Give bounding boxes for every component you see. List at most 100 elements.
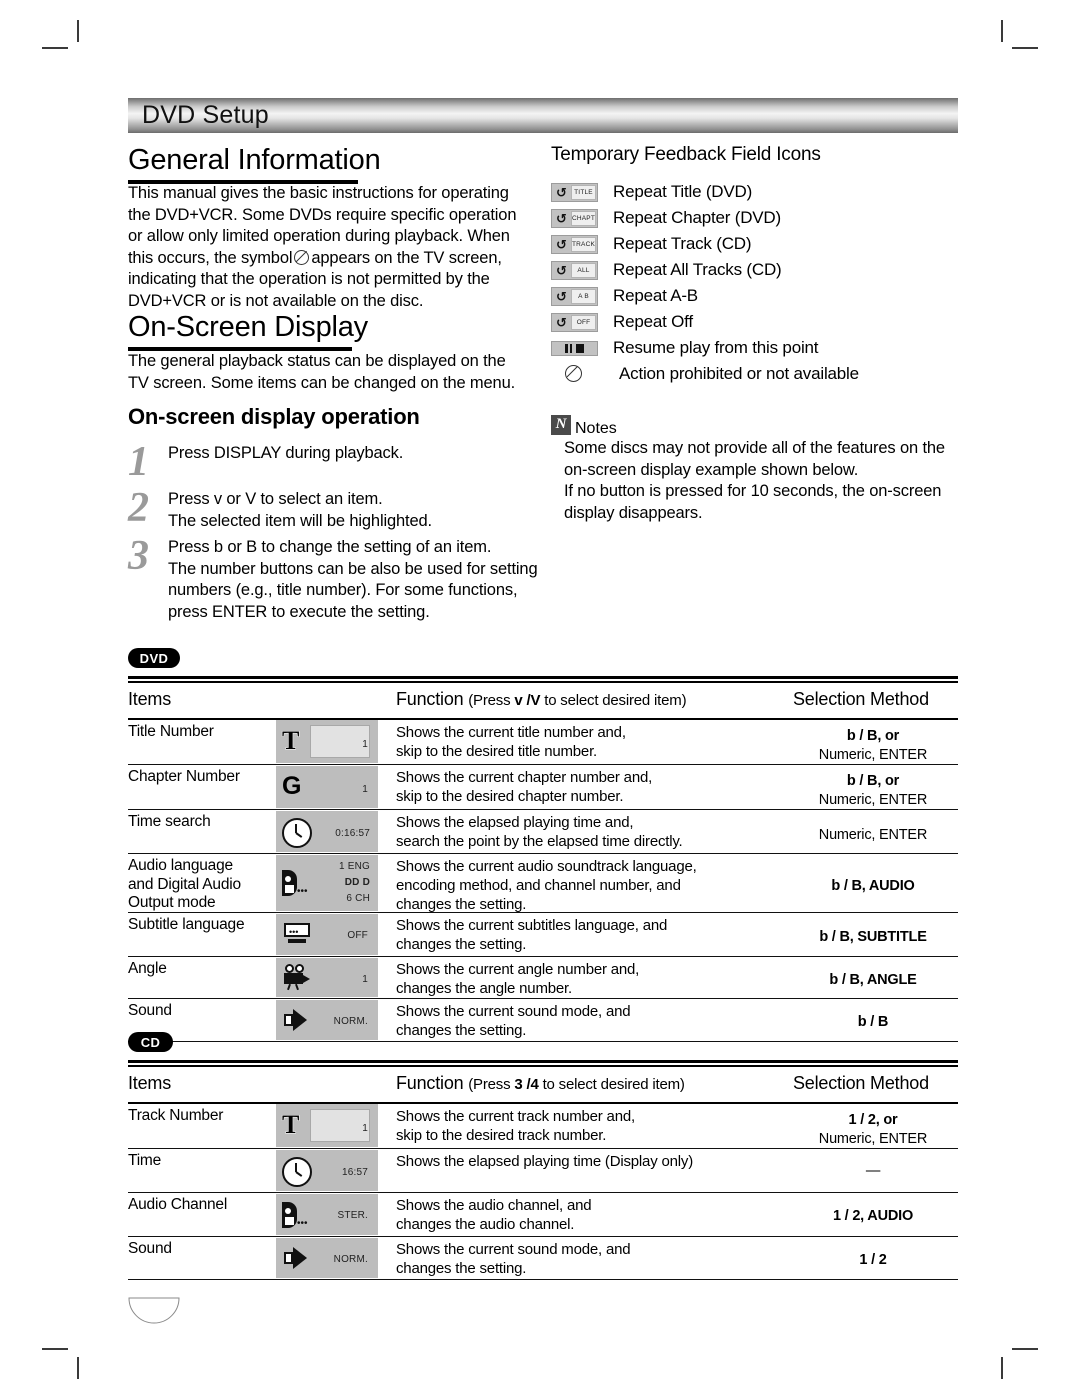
row-function: Shows the current subtitles language, an… — [396, 916, 667, 954]
column-header-selection: Selection Method — [793, 689, 929, 709]
chapter-header-bar: DVD Setup — [128, 98, 958, 133]
audio-notch — [285, 1217, 294, 1225]
column-header-function: Function (Press 3 /4 to select desired i… — [396, 1073, 685, 1094]
repeat-arrow-glyph: ↺ — [556, 263, 567, 278]
osd-value-box — [310, 1109, 370, 1142]
angle-camera-icon — [283, 964, 311, 991]
row-function: Shows the audio channel, and changes the… — [396, 1196, 592, 1234]
row-function-line: Shows the elapsed playing time and, — [396, 814, 634, 831]
row-divider — [128, 1236, 958, 1238]
row-function: Shows the current sound mode, and change… — [396, 1240, 631, 1278]
row-selection: b / B, or Numeric, ENTER — [788, 727, 958, 765]
general-line-7: DVD+VCR or is not available on the disc. — [128, 291, 424, 310]
row-selection-line: Numeric, ENTER — [818, 747, 928, 763]
repeat-tag-label: CHAPT — [570, 211, 596, 226]
feedback-icon-label: Repeat A-B — [613, 286, 698, 305]
osd-value: 0:16:57 — [335, 828, 370, 839]
row-item-label: Audio Channel — [128, 1196, 227, 1215]
audio-hole — [285, 1208, 291, 1214]
row-item-label: Sound — [128, 1240, 172, 1259]
row-function-line: skip to the desired title number. — [396, 743, 598, 760]
subtitle-base — [288, 939, 306, 943]
osd-value: 1 ENG — [338, 861, 370, 872]
notes-line-2: on-screen display example shown below. — [564, 460, 859, 479]
header-bottom-rule — [128, 1102, 958, 1104]
row-item-label: Track Number — [128, 1107, 223, 1126]
row-divider — [128, 956, 958, 958]
row-function-line: changes the setting. — [396, 1022, 527, 1039]
osd-value-2: DD D — [344, 877, 370, 888]
feedback-icon-label: Repeat Title (DVD) — [613, 182, 753, 201]
osd-preview-time: 0:16:57 — [276, 811, 378, 852]
row-selection: 1 / 2, or Numeric, ENTER — [788, 1111, 958, 1149]
row-function-line: Shows the current audio soundtrack langu… — [396, 858, 697, 875]
row-item-line: Track Number — [128, 1107, 224, 1124]
repeat-arrow-glyph: ↺ — [556, 211, 567, 226]
row-divider — [128, 809, 958, 811]
osd-preview-sound: NORM. — [276, 1000, 378, 1040]
function-hint-pre: (Press — [468, 692, 515, 709]
row-selection: b / B, SUBTITLE — [788, 928, 958, 947]
row-selection: b / B, or Numeric, ENTER — [788, 772, 958, 810]
osd-value-box — [310, 725, 370, 758]
camera-body — [284, 973, 303, 984]
clock-icon — [282, 1157, 312, 1187]
row-selection: b / B — [788, 1013, 958, 1032]
crop-mark-top-left-horizontal — [42, 47, 68, 49]
feedback-icons-title: Temporary Feedback Field Icons — [551, 144, 821, 165]
row-function-line: changes the angle number. — [396, 980, 572, 997]
header-bottom-rule — [128, 718, 958, 720]
crop-mark-top-left-vertical — [77, 20, 79, 42]
feedback-icon-label: Resume play from this point — [613, 338, 819, 357]
row-item-line: Angle — [128, 960, 167, 977]
column-header-function: Function (Press v /V to select desired i… — [396, 689, 687, 710]
row-selection: 1 / 2 — [788, 1251, 958, 1270]
row-item-line: Title Number — [128, 723, 214, 740]
dvd-table: Items Function (Press v /V to select des… — [128, 676, 958, 1043]
row-function: Shows the current title number and, skip… — [396, 723, 626, 761]
notes-label: Notes — [575, 420, 617, 437]
osd-preview-time: 16:57 — [276, 1150, 378, 1191]
title-T-icon: T — [281, 1110, 300, 1139]
step-2-line-1: Press v or V to select an item. — [168, 490, 383, 508]
step-3-line-2: The number buttons can be also be used f… — [168, 559, 538, 578]
table-top-rule — [128, 676, 958, 679]
speaker-icon — [284, 1009, 310, 1031]
row-item-line: Time — [128, 1152, 162, 1169]
step-3-line-4: press ENTER to execute the setting. — [168, 602, 430, 621]
row-function-line: Shows the current sound mode, and — [396, 1003, 631, 1020]
row-item-line: Audio language — [128, 857, 233, 874]
cd-table: Items Function (Press 3 /4 to select des… — [128, 1060, 958, 1281]
row-selection-line: b / B — [857, 1014, 889, 1030]
camera-reel — [295, 964, 304, 973]
audio-notch — [285, 885, 294, 893]
camera-lens — [303, 975, 310, 983]
badge-cd: CD — [128, 1032, 173, 1052]
page-number-badge — [128, 1297, 180, 1324]
feedback-icon-label: Repeat All Tracks (CD) — [613, 260, 782, 279]
speaker-cone — [293, 1247, 307, 1269]
row-selection-line: Numeric, ENTER — [818, 1131, 928, 1147]
row-divider — [128, 998, 958, 1000]
row-selection-line: — — [865, 1163, 881, 1179]
repeat-arrow-glyph: ↺ — [556, 289, 567, 304]
step-number: 2 — [128, 485, 149, 531]
row-function-line: encoding method, and channel number, and — [396, 877, 681, 894]
step-text: Press v or V to select an item. The sele… — [168, 489, 432, 532]
row-function-line: skip to the desired chapter number. — [396, 788, 624, 805]
row-item-label: Time search — [128, 813, 211, 832]
camera-reel — [285, 964, 294, 973]
column-header-function-label: Function — [396, 689, 464, 709]
osd-heading-text: On-Screen Display — [128, 311, 368, 343]
function-hint-keys: v /V — [514, 692, 541, 709]
repeat-arrow-glyph: ↺ — [556, 185, 567, 200]
row-function-line: Shows the audio channel, and — [396, 1197, 592, 1214]
osd-value: OFF — [347, 930, 368, 941]
crop-mark-bottom-left-horizontal — [42, 1348, 68, 1350]
crop-mark-bottom-left-vertical — [77, 1357, 79, 1379]
row-item-line: Output mode — [128, 894, 216, 911]
pause-bar — [569, 344, 572, 353]
camera-leg — [295, 983, 299, 991]
repeat-icon: ↺ CHAPT — [551, 209, 598, 228]
row-item-label: Angle — [128, 960, 167, 979]
